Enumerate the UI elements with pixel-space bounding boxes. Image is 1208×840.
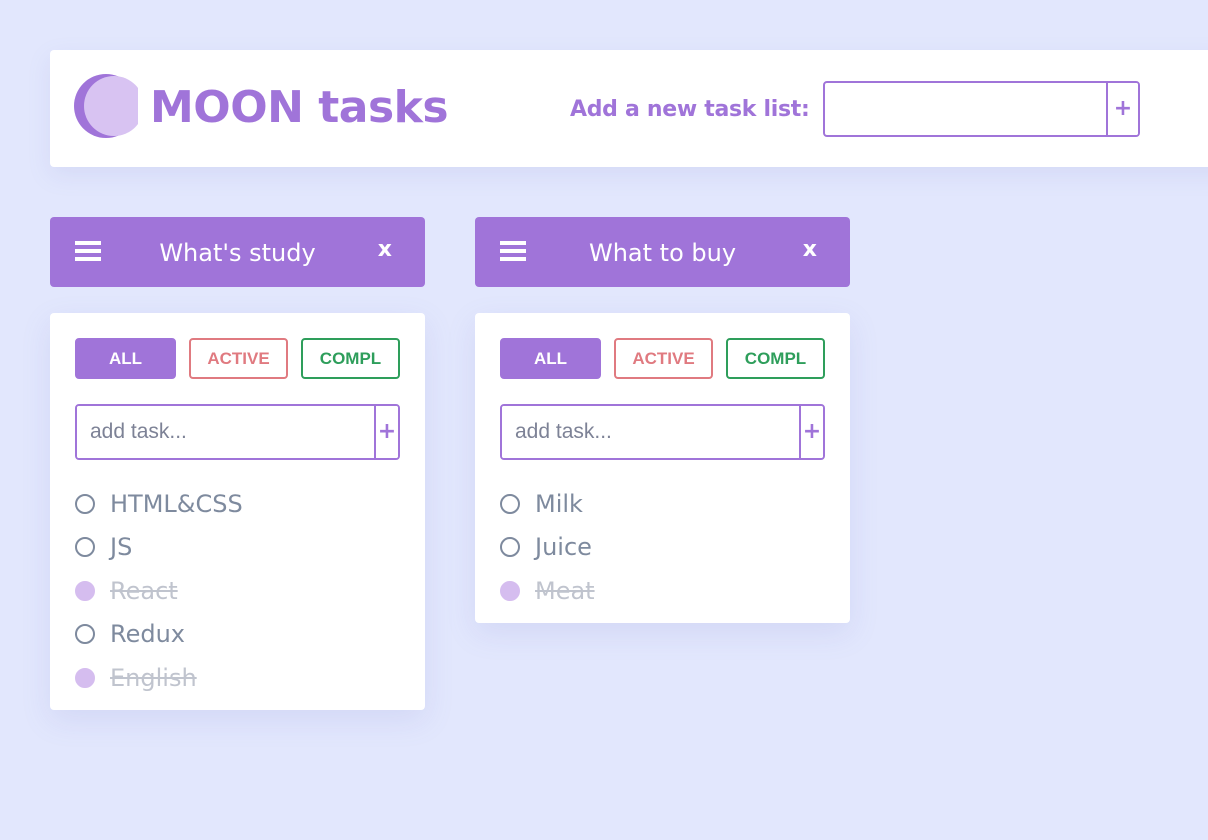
task-list-title: What's study — [159, 239, 316, 267]
task-checkbox[interactable] — [75, 667, 95, 688]
task-checkbox[interactable] — [75, 580, 95, 601]
task-item: JS — [75, 526, 400, 570]
task-list-body: ALL ACTIVE COMPL + Milk Juice Meat — [475, 313, 850, 623]
task-checkbox[interactable] — [75, 537, 95, 558]
task-item: Meat — [500, 569, 825, 613]
task-checkbox[interactable] — [500, 537, 520, 558]
task-label: Meat — [535, 576, 595, 605]
app-title: MOON tasks — [150, 80, 449, 136]
task-label: HTML&CSS — [110, 489, 243, 518]
task-label: JS — [110, 533, 133, 562]
task-list: What's study x ALL ACTIVE COMPL + HTML&C… — [50, 217, 425, 710]
task-items: Milk Juice Meat — [500, 482, 825, 613]
add-task-button[interactable]: + — [799, 406, 823, 458]
app-title-word: MOON — [150, 82, 304, 133]
task-label: React — [110, 576, 178, 605]
task-list-header: What's study x — [50, 217, 425, 287]
task-checkbox[interactable] — [500, 580, 520, 601]
task-label: Redux — [110, 620, 186, 649]
filter-completed-button[interactable]: COMPL — [301, 338, 400, 379]
add-task-form: + — [500, 404, 825, 460]
close-list-button[interactable]: x — [378, 237, 392, 262]
task-item: Milk — [500, 482, 825, 526]
task-label: English — [110, 663, 197, 692]
add-task-form: + — [75, 404, 400, 460]
task-item: Redux — [75, 613, 400, 657]
add-list-input[interactable] — [825, 83, 1106, 135]
task-items: HTML&CSS JS React Redux English — [75, 482, 400, 700]
moon-logo-icon — [74, 74, 138, 138]
close-list-button[interactable]: x — [803, 237, 817, 262]
filter-active-button[interactable]: ACTIVE — [614, 338, 713, 379]
filter-completed-button[interactable]: COMPL — [726, 338, 825, 379]
task-label: Milk — [535, 489, 583, 518]
task-item: Juice — [500, 526, 825, 570]
task-list-header: What to buy x — [475, 217, 850, 287]
app-title-rest: tasks — [318, 82, 449, 133]
task-item: React — [75, 569, 400, 613]
add-task-input[interactable] — [77, 406, 374, 458]
task-checkbox[interactable] — [75, 493, 95, 514]
task-list-title: What to buy — [588, 239, 737, 267]
filter-group: ALL ACTIVE COMPL — [500, 338, 825, 379]
task-checkbox[interactable] — [500, 493, 520, 514]
filter-group: ALL ACTIVE COMPL — [75, 338, 400, 379]
task-list: What to buy x ALL ACTIVE COMPL + Milk Ju… — [475, 217, 850, 623]
task-checkbox[interactable] — [75, 624, 95, 645]
add-list-label: Add a new task list: — [570, 97, 810, 122]
filter-all-button[interactable]: ALL — [75, 338, 176, 379]
task-item: English — [75, 656, 400, 700]
filter-active-button[interactable]: ACTIVE — [189, 338, 288, 379]
add-list-button[interactable]: + — [1106, 83, 1138, 135]
app-header: MOON tasks Add a new task list: + — [50, 50, 1208, 167]
add-task-input[interactable] — [502, 406, 799, 458]
add-list-form: + — [823, 81, 1140, 137]
add-task-button[interactable]: + — [374, 406, 398, 458]
task-label: Juice — [535, 533, 592, 562]
filter-all-button[interactable]: ALL — [500, 338, 601, 379]
task-item: HTML&CSS — [75, 482, 400, 526]
task-list-body: ALL ACTIVE COMPL + HTML&CSS JS React R — [50, 313, 425, 710]
